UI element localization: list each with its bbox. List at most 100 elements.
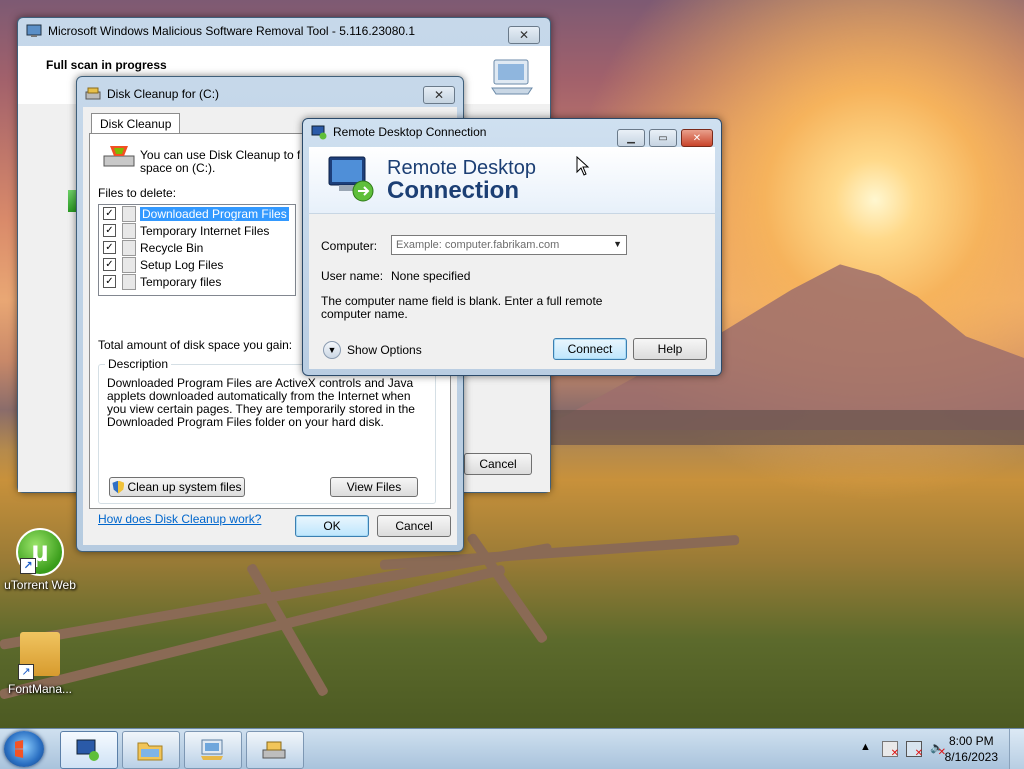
msrt-close-button[interactable]: ✕	[508, 26, 540, 44]
close-button[interactable]: ✕	[681, 129, 713, 147]
file-checkbox[interactable]: ✓	[103, 224, 116, 237]
taskbar-msrt[interactable]	[184, 731, 242, 769]
show-desktop-button[interactable]	[1009, 729, 1024, 769]
file-row-temporary-internet-files[interactable]: ✓ Temporary Internet Files	[99, 222, 295, 239]
clean-up-system-files-button[interactable]: Clean up system files	[109, 477, 245, 497]
volume-icon[interactable]: 🔈 ✕	[930, 741, 946, 758]
taskbar-file-explorer[interactable]	[122, 731, 180, 769]
file-checkbox[interactable]: ✓	[103, 258, 116, 271]
rdc-banner-line2: Connection	[387, 177, 519, 204]
windows-logo-icon	[15, 740, 24, 758]
files-to-delete-label: Files to delete:	[98, 186, 177, 200]
shortcut-arrow-icon: ↗	[20, 558, 36, 574]
clean-up-system-files-label: Clean up system files	[127, 480, 242, 494]
msrt-app-icon	[26, 24, 42, 37]
disk-cleanup-ok-button[interactable]: OK	[295, 515, 369, 537]
computer-placeholder: Example: computer.fabrikam.com	[396, 239, 560, 251]
file-row-setup-log-files[interactable]: ✓ Setup Log Files	[99, 256, 295, 273]
file-row-recycle-bin[interactable]: ✓ Recycle Bin	[99, 239, 295, 256]
start-button[interactable]	[4, 731, 44, 767]
disk-cleanup-cancel-button[interactable]: Cancel	[377, 515, 451, 537]
recycle-bin-icon	[122, 239, 136, 256]
rdc-title: Remote Desktop Connection	[333, 125, 487, 139]
username-value: None specified	[391, 269, 471, 283]
file-row-label: Recycle Bin	[140, 240, 204, 255]
file-type-icon	[122, 256, 136, 273]
minimize-button[interactable]: ▁	[617, 129, 645, 147]
disk-cleanup-help-link[interactable]: How does Disk Cleanup work?	[98, 512, 261, 526]
network-icon[interactable]: ✕	[906, 741, 923, 759]
file-type-icon	[122, 222, 136, 239]
file-row-label: Temporary files	[140, 274, 222, 289]
msrt-icon	[201, 739, 223, 760]
file-type-icon	[122, 205, 136, 222]
file-row-label: Temporary Internet Files	[140, 223, 270, 238]
msrt-cancel-button[interactable]: Cancel	[464, 453, 532, 475]
taskbar-clock[interactable]: 8:00 PM 8/16/2023	[945, 733, 998, 765]
dropdown-arrow-icon[interactable]: ▼	[613, 239, 622, 249]
remote-desktop-icon	[76, 739, 99, 761]
msrt-title: Microsoft Windows Malicious Software Rem…	[48, 24, 416, 38]
username-label: User name:	[321, 269, 384, 283]
description-legend: Description	[105, 357, 172, 371]
action-center-icon[interactable]: ✕	[882, 741, 899, 759]
taskbar-remote-desktop[interactable]	[60, 731, 118, 769]
desktop-wallpaper-treeline	[540, 410, 1024, 445]
total-space-label: Total amount of disk space you gain:	[98, 338, 293, 352]
disk-cleanup-close-button[interactable]: ✕	[423, 86, 455, 104]
files-to-delete-list[interactable]: ✓ Downloaded Program Files ✓ Temporary I…	[98, 204, 296, 296]
folder-icon	[137, 742, 163, 761]
desktop-icon-label: FontMana...	[7, 682, 73, 696]
disk-cleanup-intro-drive: space on (C:).	[140, 161, 216, 175]
uac-shield-icon	[112, 480, 125, 494]
tab-disk-cleanup[interactable]: Disk Cleanup	[91, 113, 181, 134]
disk-cleanup-title: Disk Cleanup for (C:)	[107, 87, 220, 101]
file-row-label: Setup Log Files	[140, 257, 224, 272]
file-row-downloaded-program-files[interactable]: ✓ Downloaded Program Files	[99, 205, 295, 222]
show-hidden-icons-icon[interactable]: ▲	[860, 741, 874, 755]
show-options-label: Show Options	[347, 343, 422, 357]
computer-label: Computer:	[321, 239, 378, 253]
expand-chevron-icon: ▼	[323, 341, 341, 359]
remote-desktop-window: Remote Desktop Connection ▁ ▭ ✕ Remote D…	[302, 118, 722, 376]
mouse-cursor-icon	[576, 156, 590, 176]
view-files-button[interactable]: View Files	[330, 477, 418, 497]
msrt-heading: Full scan in progress	[46, 58, 167, 72]
remote-desktop-icon	[328, 156, 374, 202]
computer-combobox[interactable]: Example: computer.fabrikam.com ▼	[391, 235, 627, 255]
disk-cleanup-titlebar[interactable]: Disk Cleanup for (C:)	[77, 77, 463, 111]
clock-time: 8:00 PM	[948, 734, 994, 748]
desktop-icon-fontmanager[interactable]: ↗ FontMana...	[0, 632, 80, 696]
msrt-titlebar[interactable]: Microsoft Windows Malicious Software Rem…	[18, 18, 550, 44]
rdc-body: Remote Desktop Connection Computer: Exam…	[309, 147, 715, 369]
show-options-toggle[interactable]: ▼ Show Options	[323, 341, 422, 359]
disk-cleanup-drive-icon	[103, 146, 135, 167]
description-text: Downloaded Program Files are ActiveX con…	[107, 377, 415, 429]
help-button[interactable]: Help	[633, 338, 707, 360]
taskbar-disk-cleanup[interactable]	[246, 731, 304, 769]
description-group: Description Downloaded Program Files are…	[98, 357, 436, 504]
rdc-message: The computer name field is blank. Enter …	[321, 294, 603, 321]
connect-button[interactable]: Connect	[553, 338, 627, 360]
maximize-button[interactable]: ▭	[649, 129, 677, 147]
file-checkbox[interactable]: ✓	[103, 241, 116, 254]
system-tray: ▲ ✕ ✕ 🔈 ✕	[860, 741, 946, 759]
font-manager-icon: ↗	[16, 632, 64, 680]
rdc-app-icon	[311, 125, 327, 140]
file-row-label: Downloaded Program Files	[140, 206, 289, 221]
taskbar: ▲ ✕ ✕ 🔈 ✕ 8:00 PM 8/16/2023	[0, 728, 1024, 769]
disk-cleanup-app-icon	[85, 87, 101, 100]
disk-cleanup-intro: You can use Disk Cleanup to free	[140, 148, 300, 162]
rdc-banner: Remote Desktop Connection	[309, 147, 715, 214]
file-checkbox[interactable]: ✓	[103, 207, 116, 220]
file-type-icon	[122, 273, 136, 290]
disk-cleanup-icon	[262, 741, 286, 759]
msrt-scan-icon	[491, 59, 533, 95]
shortcut-arrow-icon: ↗	[18, 664, 34, 680]
desktop-icon-utorrent[interactable]: µ ↗ uTorrent Web	[0, 528, 80, 592]
desktop-icon-label: uTorrent Web	[4, 578, 76, 592]
file-checkbox[interactable]: ✓	[103, 275, 116, 288]
clock-date: 8/16/2023	[944, 750, 998, 764]
utorrent-icon: µ ↗	[16, 528, 64, 576]
file-row-temporary-files[interactable]: ✓ Temporary files	[99, 273, 295, 290]
